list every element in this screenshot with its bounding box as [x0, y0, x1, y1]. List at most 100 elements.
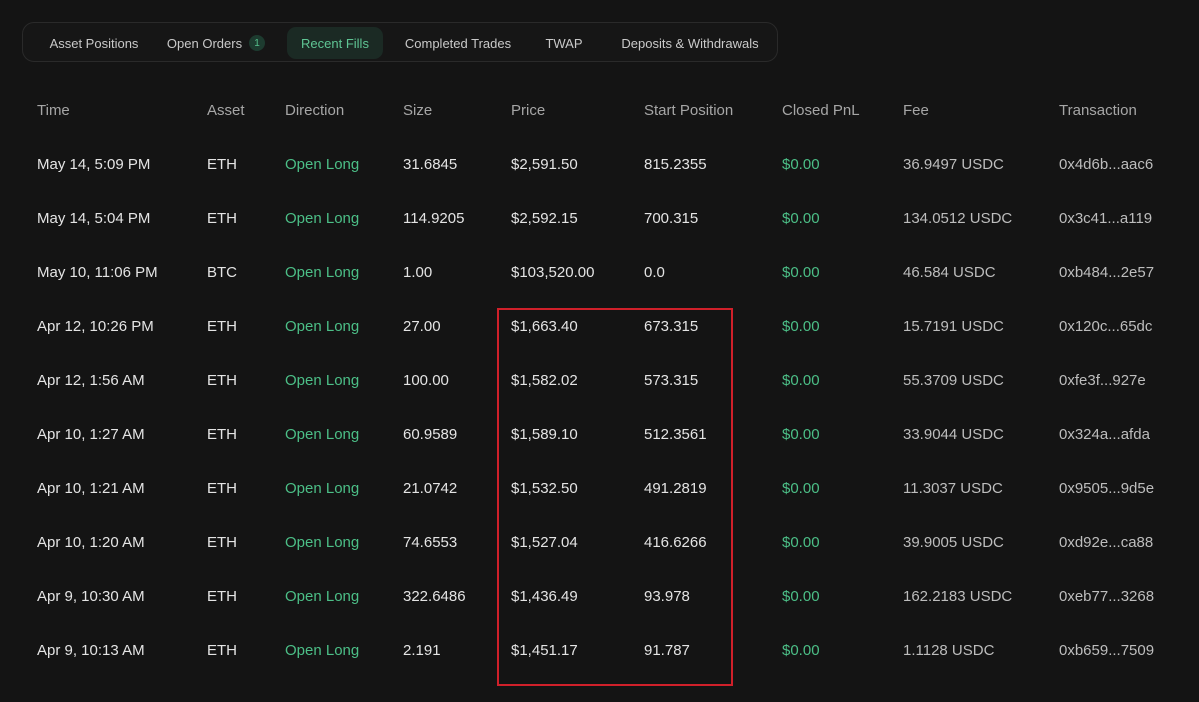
fill-size: 60.9589: [403, 426, 458, 443]
fill-direction: Open Long: [285, 588, 360, 605]
fill-start-position: 673.315: [644, 318, 699, 335]
column-header-price[interactable]: Price: [511, 102, 545, 119]
fill-asset[interactable]: ETH: [207, 192, 237, 246]
column-header-time[interactable]: Time: [37, 102, 70, 119]
fill-size: 100.00: [403, 372, 449, 389]
fill-fee: 162.2183 USDC: [903, 588, 1013, 605]
tab-asset-positions[interactable]: Asset Positions: [31, 27, 157, 59]
fill-transaction-link[interactable]: 0x324a...afda: [1059, 408, 1150, 462]
fill-size: 21.0742: [403, 480, 458, 497]
fill-direction: Open Long: [285, 156, 360, 173]
open-orders-count-badge: 1: [249, 35, 266, 51]
column-header-direction[interactable]: Direction: [285, 102, 344, 119]
fill-transaction-link[interactable]: 0x3c41...a119: [1059, 192, 1152, 246]
fill-price: $2,592.15: [511, 210, 578, 227]
fill-direction: Open Long: [285, 642, 360, 659]
fill-time: May 14, 5:04 PM: [37, 210, 151, 227]
fill-asset[interactable]: ETH: [207, 462, 237, 516]
fill-closed-pnl: $0.00: [782, 264, 820, 281]
fill-direction: Open Long: [285, 372, 360, 389]
fill-transaction-link[interactable]: 0xb484...2e57: [1059, 246, 1154, 300]
fill-direction: Open Long: [285, 318, 360, 335]
fill-transaction-link[interactable]: 0xd92e...ca88: [1059, 516, 1153, 570]
fill-size: 27.00: [403, 318, 441, 335]
fill-direction: Open Long: [285, 264, 360, 281]
table-row: Apr 10, 1:21 AM ETH Open Long 21.0742 $1…: [0, 462, 1199, 516]
fill-start-position: 491.2819: [644, 480, 707, 497]
fill-time: Apr 10, 1:27 AM: [37, 426, 145, 443]
fill-size: 322.6486: [403, 588, 466, 605]
fill-price: $103,520.00: [511, 264, 595, 281]
fill-price: $1,436.49: [511, 588, 578, 605]
fill-closed-pnl: $0.00: [782, 372, 820, 389]
fill-direction: Open Long: [285, 534, 360, 551]
tab-recent-fills[interactable]: Recent Fills: [287, 27, 383, 59]
column-header-asset[interactable]: Asset: [207, 102, 245, 119]
column-header-size[interactable]: Size: [403, 102, 432, 119]
fill-price: $1,589.10: [511, 426, 578, 443]
fill-size: 31.6845: [403, 156, 458, 173]
fill-closed-pnl: $0.00: [782, 426, 820, 443]
fill-price: $1,527.04: [511, 534, 578, 551]
tab-label: Open Orders: [166, 35, 243, 51]
tab-deposits-withdrawals[interactable]: Deposits & Withdrawals: [611, 27, 769, 59]
fill-time: Apr 9, 10:13 AM: [37, 642, 145, 659]
fill-time: May 10, 11:06 PM: [37, 264, 158, 281]
fill-direction: Open Long: [285, 210, 360, 227]
tab-completed-trades[interactable]: Completed Trades: [393, 27, 523, 59]
fill-closed-pnl: $0.00: [782, 642, 820, 659]
tab-twap[interactable]: TWAP: [537, 27, 591, 59]
fill-size: 74.6553: [403, 534, 458, 551]
fill-asset[interactable]: ETH: [207, 354, 237, 408]
fill-transaction-link[interactable]: 0xb659...7509: [1059, 624, 1154, 678]
fill-price: $1,451.17: [511, 642, 578, 659]
fill-price: $1,663.40: [511, 318, 578, 335]
column-header-start-position[interactable]: Start Position: [644, 102, 733, 119]
fill-time: Apr 12, 10:26 PM: [37, 318, 154, 335]
fill-transaction-link[interactable]: 0x4d6b...aac6: [1059, 138, 1153, 192]
fill-time: Apr 9, 10:30 AM: [37, 588, 145, 605]
fill-asset[interactable]: ETH: [207, 516, 237, 570]
fill-asset[interactable]: ETH: [207, 570, 237, 624]
recent-fills-page: Asset Positions Open Orders 1 Recent Fil…: [0, 0, 1199, 702]
tab-label: TWAP: [545, 35, 583, 51]
fill-fee: 39.9005 USDC: [903, 534, 1004, 551]
fill-fee: 33.9044 USDC: [903, 426, 1004, 443]
fill-transaction-link[interactable]: 0xfe3f...927e: [1059, 354, 1146, 408]
fill-asset[interactable]: ETH: [207, 624, 237, 678]
table-row: May 14, 5:09 PM ETH Open Long 31.6845 $2…: [0, 138, 1199, 192]
fill-time: Apr 10, 1:21 AM: [37, 480, 145, 497]
table-row: Apr 10, 1:27 AM ETH Open Long 60.9589 $1…: [0, 408, 1199, 462]
history-tab-bar: Asset Positions Open Orders 1 Recent Fil…: [22, 22, 778, 62]
fill-fee: 55.3709 USDC: [903, 372, 1004, 389]
fill-start-position: 93.978: [644, 588, 690, 605]
column-header-transaction[interactable]: Transaction: [1059, 102, 1137, 119]
table-row: Apr 12, 1:56 AM ETH Open Long 100.00 $1,…: [0, 354, 1199, 408]
fill-asset[interactable]: ETH: [207, 300, 237, 354]
fill-direction: Open Long: [285, 426, 360, 443]
fill-fee: 46.584 USDC: [903, 264, 996, 281]
fill-fee: 15.7191 USDC: [903, 318, 1004, 335]
tab-label: Asset Positions: [49, 35, 139, 51]
column-header-closed-pnl[interactable]: Closed PnL: [782, 102, 860, 119]
table-row: Apr 9, 10:30 AM ETH Open Long 322.6486 $…: [0, 570, 1199, 624]
fill-price: $2,591.50: [511, 156, 578, 173]
fill-start-position: 0.0: [644, 264, 665, 281]
fill-fee: 1.1128 USDC: [903, 642, 995, 659]
fill-transaction-link[interactable]: 0x9505...9d5e: [1059, 462, 1154, 516]
fill-closed-pnl: $0.00: [782, 534, 820, 551]
fill-transaction-link[interactable]: 0xeb77...3268: [1059, 570, 1154, 624]
fill-transaction-link[interactable]: 0x120c...65dc: [1059, 300, 1152, 354]
fill-size: 1.00: [403, 264, 433, 281]
fill-size: 2.191: [403, 642, 441, 659]
fill-asset[interactable]: BTC: [207, 246, 237, 300]
column-header-fee[interactable]: Fee: [903, 102, 929, 119]
tab-open-orders[interactable]: Open Orders 1: [157, 27, 275, 59]
fill-time: May 14, 5:09 PM: [37, 156, 151, 173]
fill-asset[interactable]: ETH: [207, 138, 237, 192]
fill-direction: Open Long: [285, 480, 360, 497]
fill-asset[interactable]: ETH: [207, 408, 237, 462]
fill-start-position: 573.315: [644, 372, 699, 389]
fill-size: 114.9205: [403, 210, 465, 227]
fill-closed-pnl: $0.00: [782, 156, 820, 173]
